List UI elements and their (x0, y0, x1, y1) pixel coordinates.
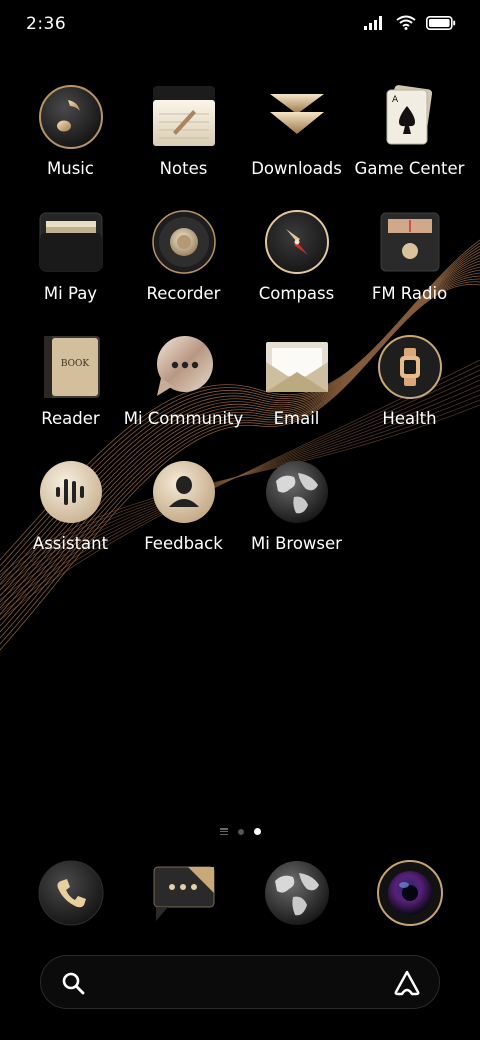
dock (14, 858, 466, 928)
dock-phone[interactable] (14, 858, 127, 928)
app-reader[interactable]: BOOK Reader (14, 334, 127, 459)
dock-camera[interactable] (353, 858, 466, 928)
app-health[interactable]: Health (353, 334, 466, 459)
app-label: Game Center (354, 159, 465, 178)
globe-icon (264, 459, 330, 525)
search-icon (62, 972, 85, 995)
app-label: FM Radio (371, 284, 448, 303)
radio-icon (377, 209, 443, 275)
app-label: Email (273, 409, 320, 428)
person-icon (151, 459, 217, 525)
app-label: Music (47, 159, 94, 178)
status-icons (364, 15, 456, 30)
app-label: Downloads (251, 159, 342, 178)
status-bar: 2:36 (0, 0, 480, 50)
app-row: Mi Pay Recorder Compass FM Radio (14, 209, 466, 334)
app-label: Notes (159, 159, 208, 178)
page-dot (237, 828, 244, 835)
app-label: Assistant (32, 534, 109, 553)
app-mi-community[interactable]: Mi Community (124, 334, 243, 459)
search-bar[interactable] (40, 955, 440, 1009)
downloads-icon (264, 84, 330, 150)
page-dot-active (253, 828, 261, 835)
app-label: Mi Browser (251, 534, 342, 553)
app-downloads[interactable]: Downloads (240, 84, 353, 209)
app-mi-browser[interactable]: Mi Browser (240, 459, 353, 584)
status-time: 2:36 (26, 14, 67, 34)
dock-browser[interactable] (240, 858, 353, 928)
app-fm-radio[interactable]: FM Radio (353, 209, 466, 334)
app-compass[interactable]: Compass (240, 209, 353, 334)
page-indicator[interactable] (0, 828, 480, 835)
compass-icon (264, 209, 330, 275)
notes-icon (151, 84, 217, 150)
battery-icon (426, 15, 456, 30)
app-music[interactable]: Music (14, 84, 127, 209)
svg-text:A: A (392, 95, 399, 105)
app-label: Reader (41, 409, 100, 428)
app-grid: Music Notes Downloads A Game Center Mi P… (14, 84, 466, 584)
globe-icon (264, 861, 329, 925)
chat-bubble-icon (151, 334, 217, 400)
book-icon: BOOK (38, 334, 104, 400)
app-notes[interactable]: Notes (127, 84, 240, 209)
app-feedback[interactable]: Feedback (127, 459, 240, 584)
home-screen: 2:36 Music Notes Downloads A Game Center… (0, 0, 480, 1040)
app-label: Feedback (144, 534, 223, 553)
app-assistant[interactable]: Assistant (14, 459, 127, 584)
wifi-icon (396, 15, 416, 30)
game-center-icon: A (377, 84, 443, 150)
app-recorder[interactable]: Recorder (127, 209, 240, 334)
phone-icon (38, 860, 103, 926)
app-row: BOOK Reader Mi Community Email Health (14, 334, 466, 459)
app-label: Compass (258, 284, 335, 303)
watch-icon (377, 334, 443, 400)
assistant-icon[interactable] (393, 970, 421, 996)
wallet-icon (38, 209, 104, 275)
app-label: Mi Pay (43, 284, 98, 303)
recorder-icon (151, 209, 217, 275)
voice-wave-icon (38, 459, 104, 525)
app-row: Music Notes Downloads A Game Center (14, 84, 466, 209)
book-icon-text: BOOK (60, 359, 89, 369)
app-email[interactable]: Email (240, 334, 353, 459)
music-icon (38, 84, 104, 150)
app-game-center[interactable]: A Game Center (353, 84, 466, 209)
envelope-icon (264, 334, 330, 400)
dock-messages[interactable] (127, 858, 240, 928)
app-label: Mi Community (123, 409, 244, 428)
app-label: Recorder (146, 284, 221, 303)
feed-page-indicator-icon (219, 828, 228, 835)
message-icon (153, 866, 214, 921)
signal-icon (364, 15, 382, 30)
app-label: Health (382, 409, 437, 428)
camera-icon (376, 860, 443, 926)
app-row: Assistant Feedback Mi Browser (14, 459, 466, 584)
app-mi-pay[interactable]: Mi Pay (14, 209, 127, 334)
